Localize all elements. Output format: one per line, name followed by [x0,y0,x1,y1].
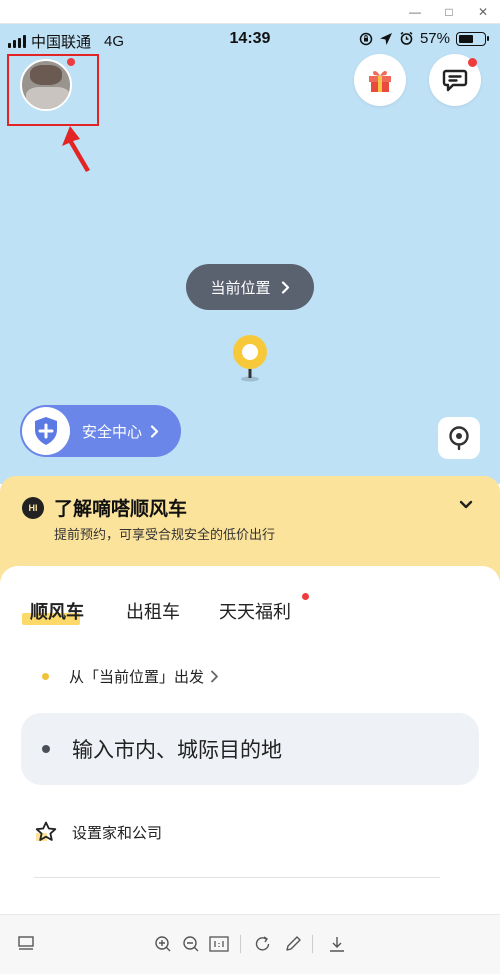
chevron-right-icon [281,280,289,294]
map-pin-icon [233,335,267,382]
rotation-lock-icon [359,32,373,45]
chevron-right-icon [211,670,218,683]
locate-me-button[interactable] [438,417,480,459]
thumbnail-icon [18,936,34,950]
banner-subtitle: 提前预约，可享受合规安全的低价出行 [54,527,276,542]
battery-percent: 57% [419,30,450,47]
safety-center-label: 安全中心 [82,423,143,441]
window-titlebar: — □ ✕ [0,0,500,24]
message-icon [442,69,468,92]
destination-placeholder: 输入市内、城际目的地 [72,739,282,762]
tab-taxi[interactable]: 出租车 [126,598,180,624]
current-location-label: 当前位置 [210,279,271,297]
avatar[interactable] [20,59,72,111]
chevron-down-icon[interactable] [458,498,474,512]
hi-logo: HI [22,497,44,519]
gift-icon [369,70,391,92]
pencil-icon [286,936,301,951]
current-location-pill[interactable]: 当前位置 [186,264,314,310]
download-button[interactable] [326,933,348,955]
origin-row[interactable]: 从「当前位置」出发 [42,666,219,687]
minimize-button[interactable]: — [398,0,432,24]
zoom-out-button[interactable] [180,933,202,955]
thumbnail-button[interactable] [15,933,37,955]
zoom-in-icon [155,936,171,952]
battery-fill [459,34,473,43]
close-button[interactable]: ✕ [466,0,500,24]
annotation-highlight-box [7,54,99,126]
safety-center-button[interactable]: 安全中心 [20,405,181,457]
tab-daily-benefits[interactable]: 天天福利 [219,598,291,624]
locate-icon [449,426,469,451]
alarm-icon [400,31,413,45]
rotate-button[interactable] [252,933,274,955]
actual-size-button[interactable] [208,933,230,955]
benefits-badge-dot [302,593,309,600]
set-home-company-label: 设置家和公司 [72,824,163,842]
gift-button[interactable] [354,54,406,106]
chevron-right-icon [150,424,159,438]
annotation-arrow-icon [62,126,90,172]
rotate-icon [255,936,270,951]
message-notification-dot [468,58,477,67]
battery-icon [456,31,489,46]
origin-dot [42,673,49,680]
status-bar: 中国联通 4G 14:39 57% [0,24,500,56]
destination-dot [42,745,50,753]
zoom-in-button[interactable] [152,933,174,955]
maximize-button[interactable]: □ [432,0,466,24]
actual-size-icon [209,936,229,952]
viewer-toolbar [0,914,500,974]
divider [34,877,440,878]
location-arrow-icon [379,32,392,45]
zoom-out-icon [183,936,199,952]
edit-button[interactable] [282,933,304,955]
tab-shunfengche[interactable]: 顺风车 [30,598,84,624]
avatar-notification-dot [67,58,75,66]
message-button[interactable] [429,54,481,106]
origin-label: 从「当前位置」出发 [69,669,205,686]
download-icon [330,937,344,952]
shield-circle [22,407,70,455]
star-icon [35,821,57,841]
banner-title: 了解嘀嗒顺风车 [54,499,188,520]
destination-input[interactable]: 输入市内、城际目的地 [21,713,479,785]
shield-icon [35,417,57,445]
set-home-company-row[interactable]: 设置家和公司 [34,820,162,844]
